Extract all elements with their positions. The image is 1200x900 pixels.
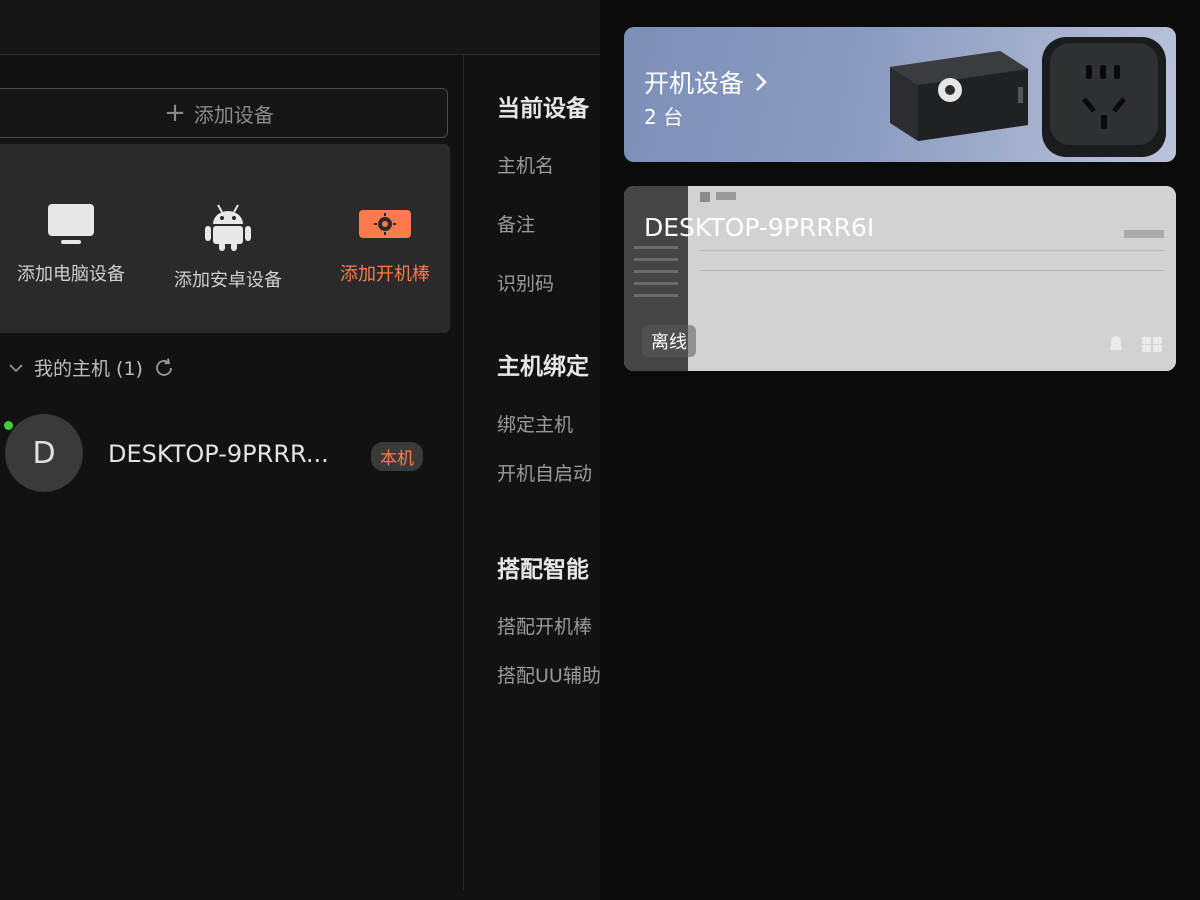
- add-device-label: 添加设备: [193, 102, 274, 127]
- id-code-label: 识别码: [497, 273, 555, 295]
- boot-devices-card[interactable]: 开机设备 2 台: [624, 27, 1176, 162]
- avatar: D: [5, 414, 83, 492]
- chevron-right-icon: [756, 73, 767, 91]
- desktop-device-card[interactable]: DESKTOP-9PRRR6I 离线: [624, 186, 1176, 371]
- smart-pairing-heading: 搭配智能: [497, 557, 589, 583]
- my-hosts-header[interactable]: 我的主机 (1): [8, 354, 175, 381]
- plus-icon: +: [164, 98, 186, 128]
- current-device-heading: 当前设备: [497, 96, 589, 122]
- pair-uu-label: 搭配UU辅助: [497, 665, 601, 687]
- boot-devices-title: 开机设备: [644, 69, 745, 98]
- monitor-icon: [48, 204, 94, 244]
- my-hosts-label: 我的主机 (1): [34, 358, 143, 380]
- chevron-down-icon: [9, 363, 23, 372]
- online-status-dot: [4, 421, 13, 430]
- add-pc-device-option[interactable]: 添加电脑设备: [0, 202, 146, 286]
- desktop-status-icons: [1109, 336, 1162, 352]
- autostart-label: 开机自启动: [497, 463, 593, 485]
- offline-status-badge: 离线: [642, 325, 696, 357]
- pair-boot-stick-label: 搭配开机棒: [497, 616, 593, 638]
- refresh-icon[interactable]: [153, 357, 175, 379]
- host-name: DESKTOP-9PRRR...: [108, 440, 329, 468]
- boot-stick-icon: [359, 210, 411, 238]
- android-icon: [205, 204, 251, 251]
- local-machine-badge: 本机: [371, 442, 423, 471]
- add-pc-device-label: 添加电脑设备: [17, 264, 125, 285]
- add-android-device-label: 添加安卓设备: [174, 270, 282, 291]
- add-device-panel: 添加电脑设备 添加安卓设备 添加开机棒: [0, 144, 450, 333]
- boot-devices-title-row: 开机设备: [644, 64, 768, 100]
- windows-icon: [1142, 337, 1162, 352]
- add-boot-stick-option[interactable]: 添加开机棒: [310, 202, 460, 286]
- bind-host-label: 绑定主机: [497, 414, 574, 436]
- hostname-label: 主机名: [497, 155, 555, 177]
- add-boot-stick-label: 添加开机棒: [340, 264, 430, 285]
- add-device-button[interactable]: + 添加设备: [0, 88, 448, 138]
- bell-icon: [1109, 336, 1123, 350]
- boot-devices-count: 2 台: [644, 105, 684, 129]
- host-list-item[interactable]: D DESKTOP-9PRRR... 本机: [0, 410, 460, 500]
- boot-stick-product-image: [890, 37, 1166, 157]
- host-binding-heading: 主机绑定: [497, 354, 589, 380]
- desktop-device-title: DESKTOP-9PRRR6I: [644, 213, 875, 242]
- add-android-device-option[interactable]: 添加安卓设备: [153, 202, 303, 292]
- top-bar: [0, 0, 600, 55]
- panel-divider: [463, 55, 464, 890]
- device-overlay-panel: 开机设备 2 台 DESKTOP-9PRRR6I 离线: [600, 0, 1200, 900]
- remark-label: 备注: [497, 214, 536, 236]
